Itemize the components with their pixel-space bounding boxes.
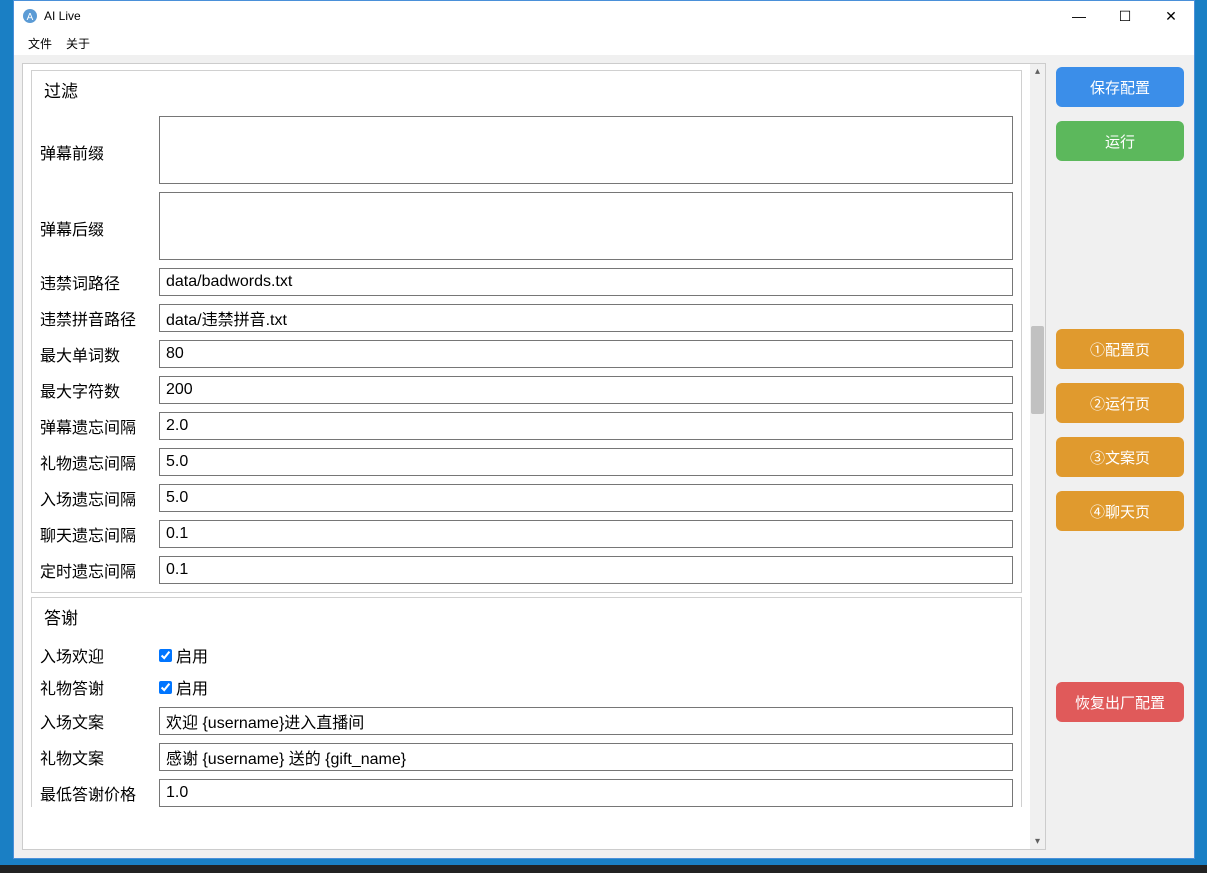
titlebar: A AI Live — ☐ ✕: [14, 1, 1194, 31]
gift-thanks-enable[interactable]: 启用: [159, 675, 208, 699]
max-words-input[interactable]: [159, 340, 1013, 368]
thanks-title: 答谢: [40, 600, 1013, 635]
right-panel: 保存配置 运行 ①配置页 ②运行页 ③文案页 ④聊天页 恢复出厂配置: [1050, 63, 1194, 850]
nav-run-button[interactable]: ②运行页: [1056, 383, 1184, 423]
taskbar: [0, 865, 1207, 873]
run-button[interactable]: 运行: [1056, 121, 1184, 161]
gift-thanks-label: 礼物答谢: [40, 675, 159, 699]
spacer: [1056, 545, 1184, 668]
enter-forget-label: 入场遗忘间隔: [40, 486, 159, 510]
app-window: A AI Live — ☐ ✕ 文件 关于 过滤 弹幕前缀 弹幕后缀: [13, 0, 1195, 859]
chat-forget-input[interactable]: [159, 520, 1013, 548]
chat-forget-label: 聊天遗忘间隔: [40, 522, 159, 546]
badpinyin-path-input[interactable]: [159, 304, 1013, 332]
minimize-button[interactable]: —: [1056, 1, 1102, 31]
window-controls: — ☐ ✕: [1056, 1, 1194, 31]
badwords-path-input[interactable]: [159, 268, 1013, 296]
main-panel: 过滤 弹幕前缀 弹幕后缀 违禁词路径 违禁拼音路径: [22, 63, 1046, 850]
nav-copy-button[interactable]: ③文案页: [1056, 437, 1184, 477]
danmu-forget-input[interactable]: [159, 412, 1013, 440]
menu-file[interactable]: 文件: [28, 35, 52, 52]
timer-forget-input[interactable]: [159, 556, 1013, 584]
filter-title: 过滤: [40, 73, 1013, 108]
enable-label-2: 启用: [176, 675, 208, 699]
scroll-down-icon[interactable]: ▾: [1030, 834, 1045, 849]
badwords-path-label: 违禁词路径: [40, 270, 159, 294]
config-scroll[interactable]: 过滤 弹幕前缀 弹幕后缀 违禁词路径 违禁拼音路径: [23, 64, 1030, 849]
max-words-label: 最大单词数: [40, 342, 159, 366]
gift-text-input[interactable]: [159, 743, 1013, 771]
enter-forget-input[interactable]: [159, 484, 1013, 512]
enter-welcome-label: 入场欢迎: [40, 643, 159, 667]
reset-button[interactable]: 恢复出厂配置: [1056, 682, 1184, 722]
max-chars-input[interactable]: [159, 376, 1013, 404]
save-config-button[interactable]: 保存配置: [1056, 67, 1184, 107]
enter-welcome-checkbox[interactable]: [159, 649, 172, 662]
nav-config-button[interactable]: ①配置页: [1056, 329, 1184, 369]
scrollbar[interactable]: ▴ ▾: [1030, 64, 1045, 849]
gift-text-label: 礼物文案: [40, 745, 159, 769]
spacer: [1056, 175, 1184, 315]
filter-section: 过滤 弹幕前缀 弹幕后缀 违禁词路径 违禁拼音路径: [31, 70, 1022, 593]
thanks-section: 答谢 入场欢迎 启用 礼物答谢 启用: [31, 597, 1022, 807]
gift-forget-label: 礼物遗忘间隔: [40, 450, 159, 474]
gift-forget-input[interactable]: [159, 448, 1013, 476]
svg-text:A: A: [27, 12, 34, 23]
menu-about[interactable]: 关于: [66, 35, 90, 52]
enter-text-input[interactable]: [159, 707, 1013, 735]
gift-thanks-checkbox[interactable]: [159, 681, 172, 694]
enter-welcome-enable[interactable]: 启用: [159, 643, 208, 667]
enter-text-label: 入场文案: [40, 709, 159, 733]
danmu-prefix-input[interactable]: [159, 116, 1013, 184]
close-button[interactable]: ✕: [1148, 1, 1194, 31]
min-price-input[interactable]: [159, 779, 1013, 807]
maximize-button[interactable]: ☐: [1102, 1, 1148, 31]
timer-forget-label: 定时遗忘间隔: [40, 558, 159, 582]
danmu-prefix-label: 弹幕前缀: [40, 116, 159, 164]
nav-chat-button[interactable]: ④聊天页: [1056, 491, 1184, 531]
spacer: [1056, 736, 1184, 846]
enable-label-1: 启用: [176, 643, 208, 667]
max-chars-label: 最大字符数: [40, 378, 159, 402]
scroll-up-icon[interactable]: ▴: [1030, 64, 1045, 79]
danmu-suffix-input[interactable]: [159, 192, 1013, 260]
badpinyin-path-label: 违禁拼音路径: [40, 306, 159, 330]
content-area: 过滤 弹幕前缀 弹幕后缀 违禁词路径 违禁拼音路径: [14, 55, 1194, 858]
danmu-forget-label: 弹幕遗忘间隔: [40, 414, 159, 438]
min-price-label: 最低答谢价格: [40, 781, 159, 805]
menubar: 文件 关于: [14, 31, 1194, 55]
danmu-suffix-label: 弹幕后缀: [40, 192, 159, 240]
scrollbar-thumb[interactable]: [1031, 326, 1044, 414]
app-icon: A: [22, 8, 38, 24]
window-title: AI Live: [44, 9, 1056, 23]
